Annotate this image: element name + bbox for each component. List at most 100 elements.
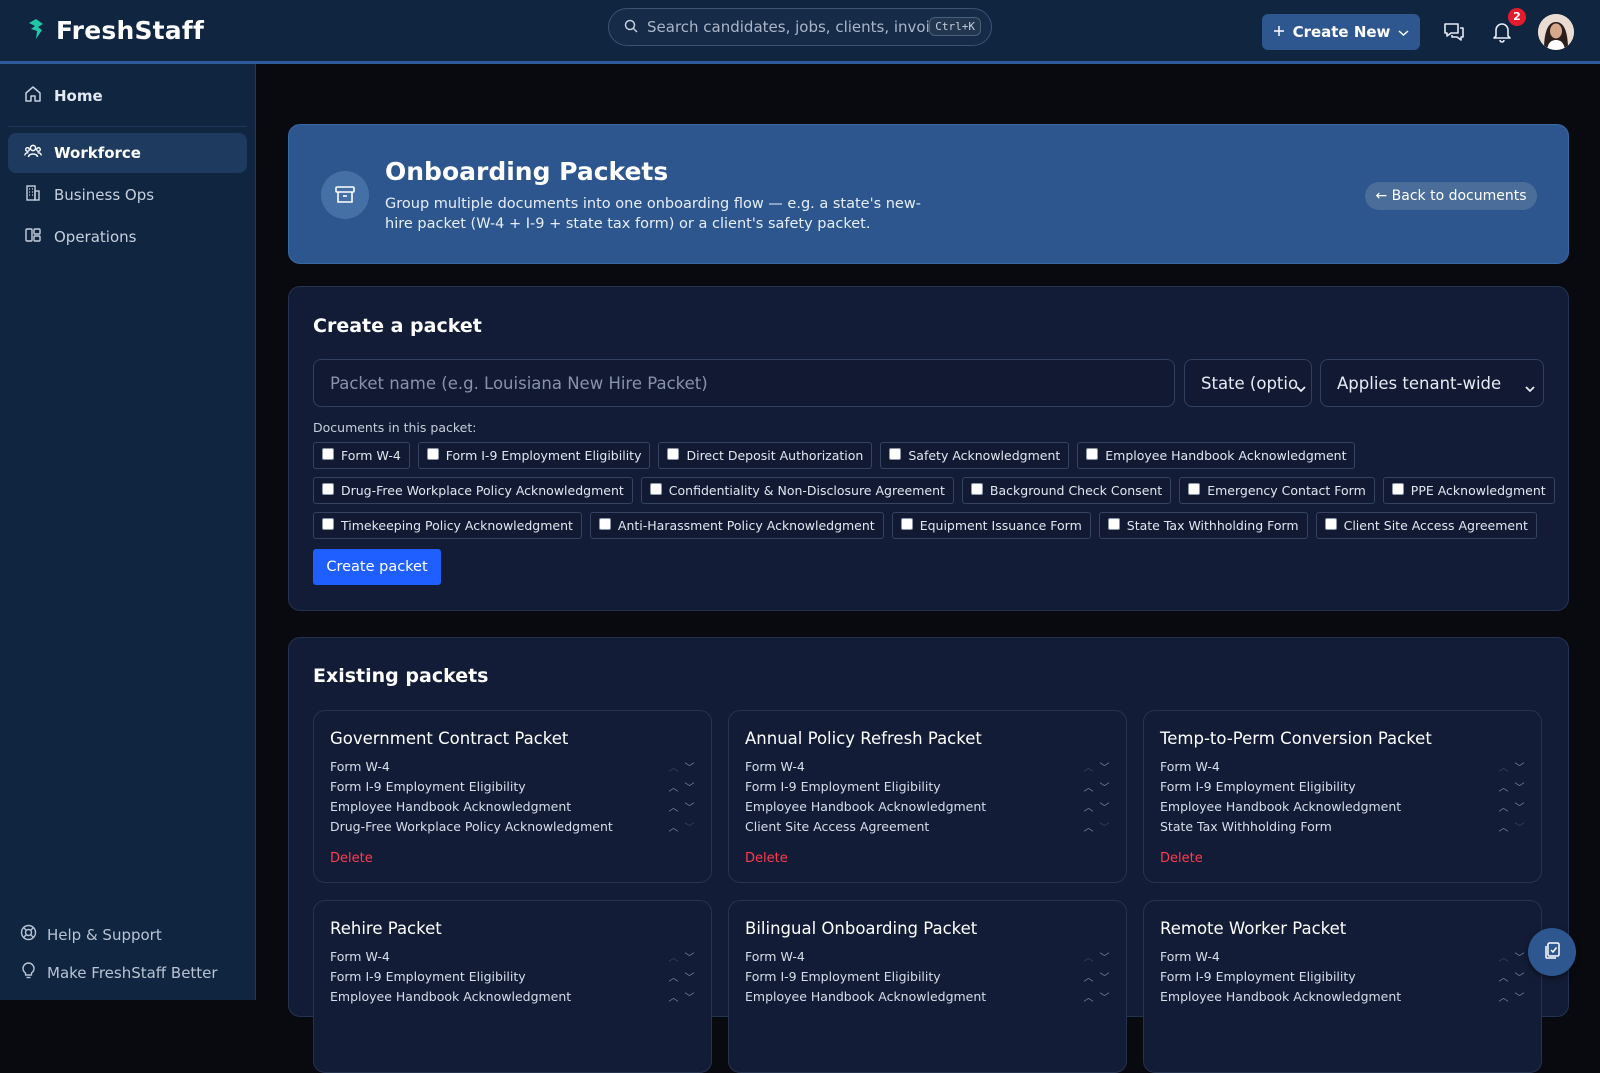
checkbox[interactable]: [970, 482, 983, 495]
move-up-icon[interactable]: ︿: [1497, 819, 1510, 834]
move-up-icon[interactable]: ︿: [667, 949, 680, 964]
move-up-icon[interactable]: ︿: [1082, 799, 1095, 814]
document-option[interactable]: State Tax Withholding Form: [1098, 512, 1308, 539]
move-up-icon[interactable]: ︿: [667, 799, 680, 814]
document-option[interactable]: Safety Acknowledgment: [880, 442, 1070, 469]
move-down-icon[interactable]: ﹀: [1513, 819, 1526, 834]
page-description: Group multiple documents into one onboar…: [385, 196, 921, 232]
move-down-icon[interactable]: ﹀: [1098, 799, 1111, 814]
chat-icon[interactable]: [1440, 18, 1468, 46]
document-option[interactable]: Equipment Issuance Form: [891, 512, 1091, 539]
checkbox[interactable]: [649, 482, 662, 495]
move-up-icon[interactable]: ︿: [1082, 969, 1095, 984]
task-fab-button[interactable]: [1528, 928, 1576, 976]
move-up-icon[interactable]: ︿: [1497, 779, 1510, 794]
lifebuoy-icon: [20, 924, 37, 945]
move-down-icon[interactable]: ﹀: [683, 969, 696, 984]
create-packet-button[interactable]: Create packet: [313, 549, 441, 585]
move-down-icon[interactable]: ﹀: [1513, 759, 1526, 774]
move-up-icon[interactable]: ︿: [667, 819, 680, 834]
document-option[interactable]: Background Check Consent: [961, 477, 1172, 504]
global-search[interactable]: Search candidates, jobs, clients, invoi c…: [608, 8, 992, 46]
move-down-icon[interactable]: ﹀: [1513, 799, 1526, 814]
move-down-icon[interactable]: ﹀: [1513, 989, 1526, 1004]
create-new-button[interactable]: Create New: [1262, 14, 1420, 50]
document-option[interactable]: Employee Handbook Acknowledgment: [1077, 442, 1356, 469]
document-option[interactable]: Drug-Free Workplace Policy Acknowledgmen…: [313, 477, 633, 504]
checkbox[interactable]: [1086, 447, 1099, 460]
checkbox[interactable]: [322, 517, 334, 530]
back-to-documents-button[interactable]: ← Back to documents: [1365, 182, 1537, 210]
move-down-icon[interactable]: ﹀: [683, 759, 696, 774]
document-option[interactable]: Form W-4: [313, 442, 410, 469]
document-option[interactable]: Emergency Contact Form: [1179, 477, 1375, 504]
checkbox[interactable]: [1324, 517, 1337, 530]
help-support-link[interactable]: Help & Support: [20, 924, 162, 945]
document-option[interactable]: Client Site Access Agreement: [1315, 512, 1537, 539]
packet-document-name: Form I-9 Employment Eligibility: [1160, 779, 1356, 794]
feedback-link[interactable]: Make FreshStaff Better: [20, 962, 218, 983]
sidebar-item-business-ops[interactable]: Business Ops: [8, 175, 247, 215]
checkbox[interactable]: [1107, 517, 1120, 530]
move-down-icon[interactable]: ﹀: [1098, 949, 1111, 964]
packet-name-input[interactable]: Packet name (e.g. Louisiana New Hire Pac…: [313, 359, 1175, 407]
document-option-label: Emergency Contact Form: [1207, 483, 1366, 498]
scope-select[interactable]: Applies tenant-wide: [1320, 359, 1544, 407]
move-down-icon[interactable]: ﹀: [1513, 949, 1526, 964]
delete-packet-button[interactable]: Delete: [745, 851, 788, 866]
move-down-icon[interactable]: ﹀: [1098, 819, 1111, 834]
sidebar-item-home[interactable]: Home: [8, 76, 247, 116]
move-up-icon[interactable]: ︿: [667, 969, 680, 984]
move-up-icon[interactable]: ︿: [1082, 819, 1095, 834]
move-up-icon[interactable]: ︿: [1082, 949, 1095, 964]
document-option[interactable]: Confidentiality & Non-Disclosure Agreeme…: [640, 477, 954, 504]
move-down-icon[interactable]: ﹀: [683, 819, 696, 834]
packet-document-name: Form I-9 Employment Eligibility: [745, 779, 941, 794]
sidebar-item-operations[interactable]: Operations: [8, 217, 247, 257]
state-select[interactable]: State (optio: [1184, 359, 1312, 407]
move-up-icon[interactable]: ︿: [1497, 969, 1510, 984]
avatar[interactable]: [1538, 14, 1574, 50]
document-option[interactable]: PPE Acknowledgment: [1382, 477, 1555, 504]
move-down-icon[interactable]: ﹀: [1513, 779, 1526, 794]
delete-packet-button[interactable]: Delete: [1160, 851, 1203, 866]
move-up-icon[interactable]: ︿: [1082, 989, 1095, 1004]
move-down-icon[interactable]: ﹀: [683, 779, 696, 794]
move-up-icon[interactable]: ︿: [1497, 799, 1510, 814]
checkbox[interactable]: [667, 447, 680, 460]
checkbox[interactable]: [900, 517, 913, 530]
move-up-icon[interactable]: ︿: [667, 779, 680, 794]
move-down-icon[interactable]: ﹀: [683, 949, 696, 964]
document-option[interactable]: Timekeeping Policy Acknowledgment: [313, 512, 582, 539]
packet-document-name: Employee Handbook Acknowledgment: [330, 799, 572, 814]
checkbox[interactable]: [889, 447, 902, 460]
move-down-icon[interactable]: ﹀: [1098, 969, 1111, 984]
search-input[interactable]: Search candidates, jobs, clients, invoic…: [647, 18, 937, 36]
delete-packet-button[interactable]: Delete: [330, 851, 373, 866]
move-down-icon[interactable]: ﹀: [1098, 989, 1111, 1004]
checkbox[interactable]: [1391, 482, 1404, 495]
move-up-icon[interactable]: ︿: [1497, 949, 1510, 964]
checkbox[interactable]: [322, 482, 334, 495]
move-up-icon[interactable]: ︿: [667, 989, 680, 1004]
app-logo[interactable]: FreshStaff: [26, 16, 204, 45]
checkbox[interactable]: [598, 517, 611, 530]
document-option[interactable]: Form I-9 Employment Eligibility: [417, 442, 651, 469]
sidebar-item-workforce[interactable]: Workforce: [8, 133, 247, 173]
move-down-icon[interactable]: ﹀: [683, 799, 696, 814]
document-option[interactable]: Direct Deposit Authorization: [658, 442, 873, 469]
move-up-icon[interactable]: ︿: [667, 759, 680, 774]
move-up-icon[interactable]: ︿: [1082, 779, 1095, 794]
checkbox[interactable]: [322, 447, 334, 460]
move-down-icon[interactable]: ﹀: [1098, 759, 1111, 774]
checkbox[interactable]: [1188, 482, 1201, 495]
checkbox[interactable]: [426, 447, 439, 460]
archive-icon: [321, 171, 369, 219]
document-option[interactable]: Anti-Harassment Policy Acknowledgment: [589, 512, 884, 539]
move-up-icon[interactable]: ︿: [1497, 989, 1510, 1004]
move-up-icon[interactable]: ︿: [1082, 759, 1095, 774]
move-down-icon[interactable]: ﹀: [1098, 779, 1111, 794]
move-down-icon[interactable]: ﹀: [683, 989, 696, 1004]
move-up-icon[interactable]: ︿: [1497, 759, 1510, 774]
move-down-icon[interactable]: ﹀: [1513, 969, 1526, 984]
